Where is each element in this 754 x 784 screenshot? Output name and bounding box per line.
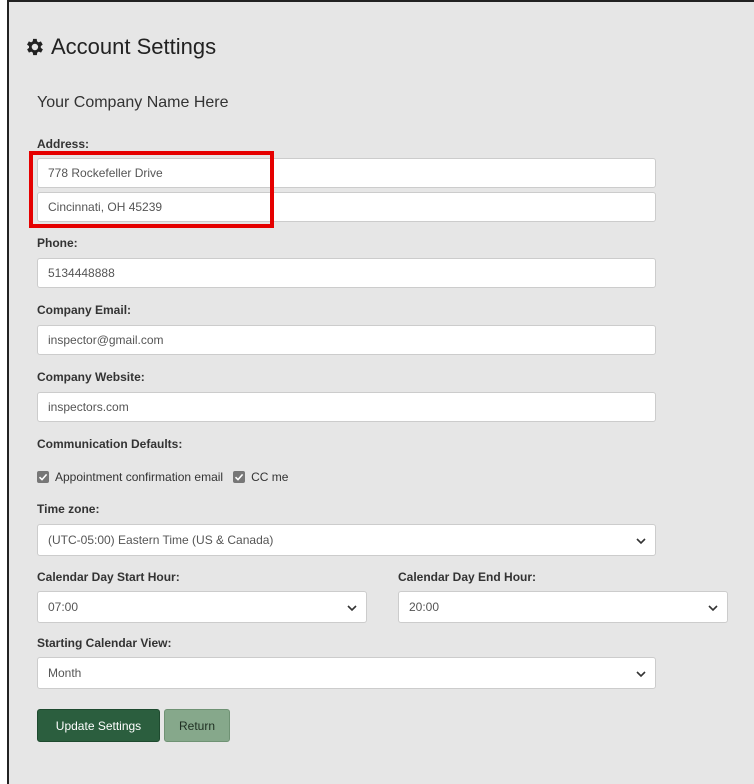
page-title-text: Account Settings — [51, 34, 217, 59]
company-name: Your Company Name Here — [37, 94, 229, 111]
cc-me-label: CC me — [251, 470, 289, 484]
timezone-select[interactable]: (UTC-05:00) Eastern Time (US & Canada) — [37, 524, 656, 556]
chevron-down-icon — [708, 605, 718, 612]
chevron-down-icon — [636, 671, 646, 678]
confirmation-email-label: Appointment confirmation email — [55, 470, 224, 484]
chevron-down-icon — [636, 538, 646, 545]
confirmation-email-checkbox[interactable] — [37, 471, 49, 483]
chevron-down-icon — [347, 605, 357, 612]
end-hour-label: Calendar Day End Hour: — [398, 570, 537, 584]
timezone-value: (UTC-05:00) Eastern Time (US & Canada) — [48, 533, 274, 547]
end-hour-select[interactable]: 20:00 — [398, 591, 728, 623]
communication-defaults-label: Communication Defaults: — [37, 437, 183, 451]
start-hour-value: 07:00 — [48, 600, 79, 614]
start-hour-label: Calendar Day Start Hour: — [37, 570, 180, 584]
calendar-view-label: Starting Calendar View: — [37, 636, 172, 650]
page-title: Account Settings — [23, 34, 216, 60]
return-button[interactable]: Return — [164, 709, 230, 742]
website-label: Company Website: — [37, 370, 145, 384]
start-hour-select[interactable]: 07:00 — [37, 591, 367, 623]
phone-label: Phone: — [37, 236, 78, 250]
communication-options: Appointment confirmation email CC me — [37, 470, 298, 484]
company-website-input[interactable]: inspectors.com — [37, 392, 656, 422]
checkmark-icon — [235, 473, 244, 481]
gear-icon — [27, 38, 43, 56]
cc-me-checkbox[interactable] — [233, 471, 246, 483]
update-settings-button[interactable]: Update Settings — [37, 709, 160, 742]
calendar-view-value: Month — [48, 666, 82, 680]
phone-input[interactable]: 5134448888 — [37, 258, 656, 288]
end-hour-value: 20:00 — [409, 600, 440, 614]
checkmark-icon — [38, 473, 48, 481]
timezone-label: Time zone: — [37, 502, 100, 516]
calendar-view-select[interactable]: Month — [37, 657, 656, 689]
company-email-input[interactable]: inspector@gmail.com — [37, 325, 656, 355]
address-label: Address: — [37, 137, 90, 151]
address-highlight-box — [29, 151, 274, 228]
email-label: Company Email: — [37, 303, 132, 317]
